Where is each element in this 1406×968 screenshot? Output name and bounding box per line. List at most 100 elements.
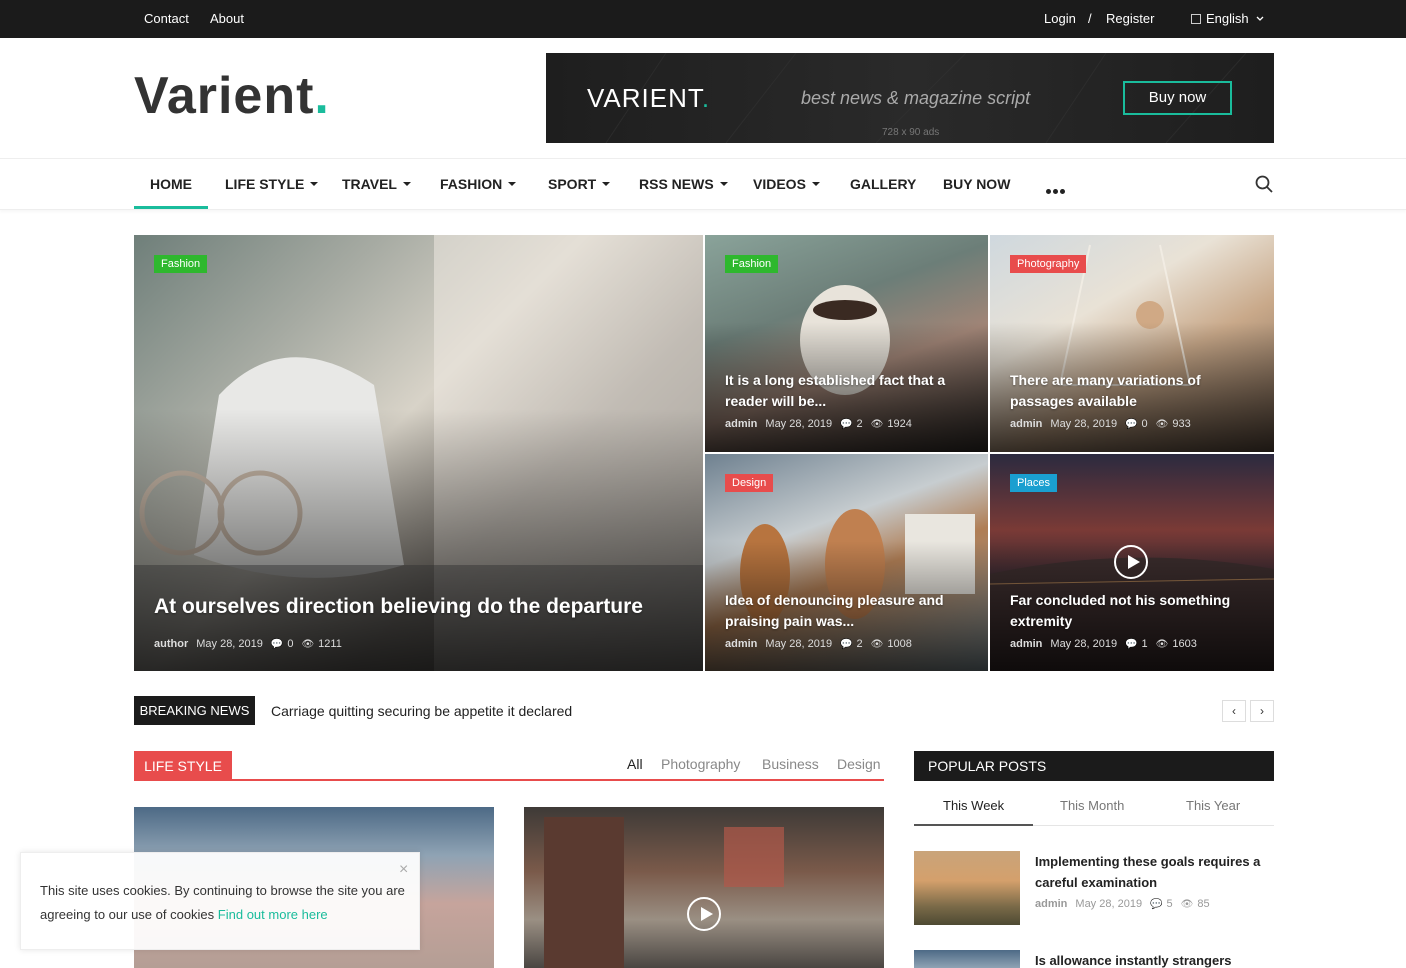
post-author[interactable]: admin <box>1010 638 1042 650</box>
caret-down-icon <box>310 182 319 186</box>
nav-travel[interactable]: TRAVEL <box>342 176 411 192</box>
post-views: 1211 <box>318 638 342 650</box>
chevron-down-icon <box>1256 16 1264 21</box>
close-icon[interactable]: × <box>399 861 408 879</box>
featured-post[interactable]: Fashion It is a long established fact th… <box>705 235 988 452</box>
ad-logo-text: VARIENT <box>587 83 702 113</box>
ad-logo-dot: . <box>701 83 711 113</box>
post-comments: 1 <box>1141 638 1148 650</box>
ad-buy-now-button[interactable]: Buy now <box>1123 81 1232 115</box>
tab-this-week[interactable]: This Week <box>943 798 1004 813</box>
featured-post[interactable]: Places Far concluded not his something e… <box>990 454 1274 671</box>
post-date: May 28, 2019 <box>1075 898 1143 910</box>
login-link[interactable]: Login <box>1044 11 1076 26</box>
category-badge[interactable]: Photography <box>1010 255 1087 273</box>
popular-post-meta: admin May 28, 2019 💬 5 👁 85 <box>1035 898 1210 910</box>
nav-fashion[interactable]: FASHION <box>440 176 517 192</box>
popular-post-thumbnail[interactable] <box>914 851 1020 925</box>
featured-post[interactable]: Photography There are many variations of… <box>990 235 1274 452</box>
nav-gallery[interactable]: GALLERY <box>850 176 916 192</box>
ad-size-label: 728 x 90 ads <box>882 127 940 138</box>
nav-rss-news[interactable]: RSS NEWS <box>639 176 728 192</box>
popular-post-thumbnail[interactable] <box>914 950 1020 968</box>
post-author[interactable]: admin <box>725 638 757 650</box>
post-meta: admin May 28, 2019 💬 2 👁 1924 <box>725 418 912 430</box>
breaking-prev-button[interactable]: ‹ <box>1222 700 1246 722</box>
popular-post-title[interactable]: Implementing these goals requires a care… <box>1035 851 1274 893</box>
site-logo[interactable]: Varient. <box>134 66 330 126</box>
post-title[interactable]: Idea of denouncing pleasure and praising… <box>725 590 970 632</box>
nav-sport[interactable]: SPORT <box>548 176 611 192</box>
logo-dot: . <box>314 67 330 125</box>
auth-separator: / <box>1088 11 1092 26</box>
cookie-notice: × This site uses cookies. By continuing … <box>20 852 420 950</box>
post-comments: 2 <box>856 418 863 430</box>
post-title[interactable]: It is a long established fact that a rea… <box>725 370 970 412</box>
post-meta: admin May 28, 2019 💬 2 👁 1008 <box>725 638 912 650</box>
breaking-news-headline[interactable]: Carriage quitting securing be appetite i… <box>271 703 572 719</box>
featured-post-main[interactable]: Fashion At ourselves direction believing… <box>134 235 703 671</box>
eye-icon: 👁 <box>1155 639 1169 650</box>
nav-sport-label: SPORT <box>548 176 597 192</box>
top-bar: Contact About Login / Register English <box>0 0 1406 38</box>
comments-icon: 💬 <box>270 639 284 650</box>
category-badge[interactable]: Places <box>1010 474 1058 492</box>
post-title[interactable]: There are many variations of passages av… <box>1010 370 1255 412</box>
contact-link[interactable]: Contact <box>144 11 189 26</box>
category-badge[interactable]: Fashion <box>725 255 779 273</box>
comments-icon: 💬 <box>840 639 853 650</box>
filter-business[interactable]: Business <box>762 756 819 772</box>
post-comments: 2 <box>856 638 863 650</box>
eye-icon: 👁 <box>301 639 315 650</box>
featured-post[interactable]: Design Idea of denouncing pleasure and p… <box>705 454 988 671</box>
post-title[interactable]: Far concluded not his something extremit… <box>1010 590 1255 632</box>
filter-photography[interactable]: Photography <box>661 756 740 772</box>
language-label: English <box>1206 11 1249 26</box>
nav-buy-now[interactable]: BUY NOW <box>943 176 1010 192</box>
caret-down-icon <box>602 182 611 186</box>
nav-life-style-label: LIFE STYLE <box>225 176 305 192</box>
section-label-life-style[interactable]: LIFE STYLE <box>134 751 232 781</box>
post-author[interactable]: admin <box>725 418 757 430</box>
tab-this-year[interactable]: This Year <box>1186 798 1240 813</box>
post-author[interactable]: admin <box>1035 898 1067 910</box>
post-views: 1603 <box>1172 638 1197 650</box>
post-title[interactable]: At ourselves direction believing do the … <box>154 593 674 621</box>
tab-this-month[interactable]: This Month <box>1060 798 1124 813</box>
nav-home[interactable]: HOME <box>150 176 192 192</box>
eye-icon: 👁 <box>1155 419 1169 430</box>
popular-post-title[interactable]: Is allowance instantly strangers <box>1035 950 1274 968</box>
nav-fashion-label: FASHION <box>440 176 503 192</box>
eye-icon: 👁 <box>870 419 884 430</box>
lifestyle-post-image[interactable] <box>524 807 884 968</box>
comments-icon: 💬 <box>840 419 853 430</box>
post-views: 1924 <box>887 418 912 430</box>
register-link[interactable]: Register <box>1106 11 1154 26</box>
category-badge[interactable]: Design <box>725 474 774 492</box>
more-menu-icon[interactable] <box>1046 181 1067 199</box>
language-selector[interactable]: English <box>1191 11 1264 26</box>
post-views: 933 <box>1172 418 1191 430</box>
eye-icon: 👁 <box>870 639 884 650</box>
cookie-learn-more-link[interactable]: Find out more here <box>218 907 328 922</box>
play-video-icon[interactable] <box>1114 545 1148 579</box>
breaking-next-button[interactable]: › <box>1250 700 1274 722</box>
main-navigation: HOME LIFE STYLE TRAVEL FASHION SPORT RSS… <box>0 158 1406 210</box>
filter-all[interactable]: All <box>627 756 643 772</box>
post-author[interactable]: admin <box>1010 418 1042 430</box>
search-icon[interactable] <box>1255 175 1273 193</box>
popular-posts-header: POPULAR POSTS <box>914 751 1274 781</box>
about-link[interactable]: About <box>210 11 244 26</box>
post-meta: admin May 28, 2019 💬 0 👁 933 <box>1010 418 1191 430</box>
filter-design[interactable]: Design <box>837 756 881 772</box>
ad-logo: VARIENT. <box>587 83 710 114</box>
nav-videos[interactable]: VIDEOS <box>753 176 820 192</box>
post-author[interactable]: author <box>154 638 188 650</box>
category-badge[interactable]: Fashion <box>154 255 208 273</box>
comments-icon: 💬 <box>1150 899 1163 910</box>
header-ad-banner[interactable]: VARIENT. best news & magazine script Buy… <box>546 53 1274 143</box>
nav-life-style[interactable]: LIFE STYLE <box>225 176 319 192</box>
caret-down-icon <box>811 182 820 186</box>
section-underline <box>134 779 884 781</box>
play-video-icon[interactable] <box>687 897 721 931</box>
